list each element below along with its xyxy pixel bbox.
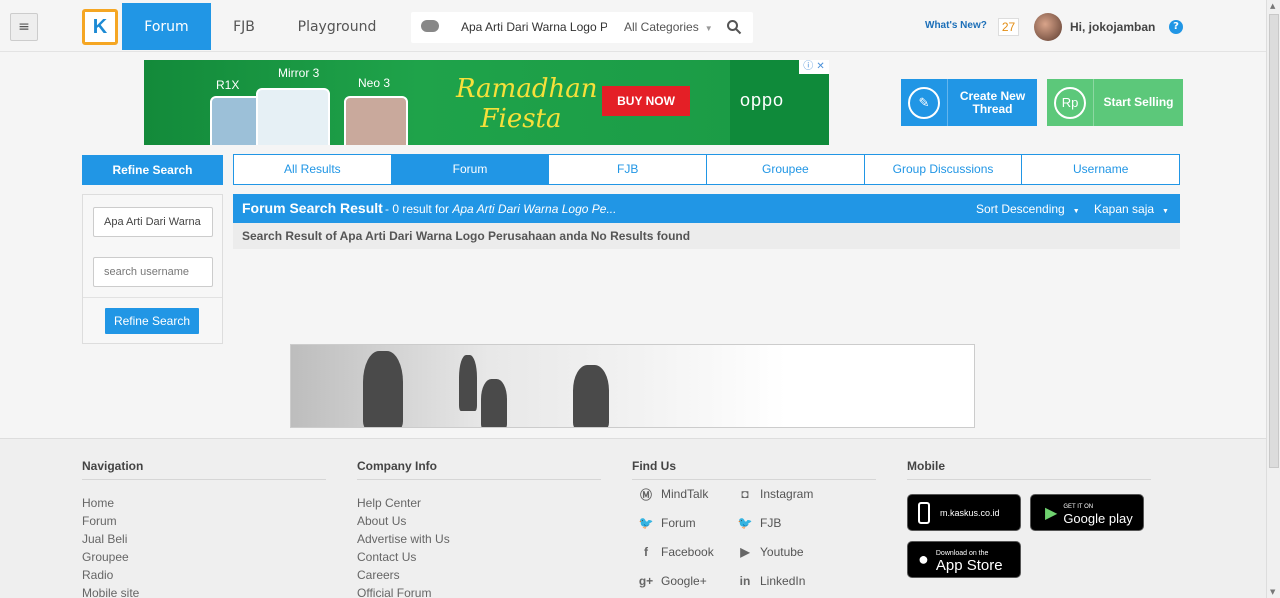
ad-banner[interactable]: R1X Mirror 3 Neo 3 Ramadhan Fiesta BUY NO… [144,60,829,145]
sort-dropdown[interactable]: Sort Descending ▼ [976,202,1080,216]
kaskus-logo[interactable]: K [82,9,118,45]
footer-link-mobile-site[interactable]: Mobile site [82,584,326,598]
username-input[interactable]: search username [93,257,213,287]
chat-bubble-icon [421,20,439,32]
footer-instagram[interactable]: ◘ Instagram [737,486,813,502]
google-play-icon: ▶ [1045,504,1058,522]
mkaskus-button[interactable]: m.kaskus.co.id [907,494,1021,531]
model-mirror3: Mirror 3 [278,66,320,80]
tab-fjb-results[interactable]: FJB [549,155,708,184]
footer-link-help-center[interactable]: Help Center [357,494,601,512]
footer-link-advertise[interactable]: Advertise with Us [357,530,601,548]
refine-search-panel: Apa Arti Dari Warna search username Refi… [82,194,223,344]
footer: Navigation Home Forum Jual Beli Groupee … [0,438,1266,598]
chevron-down-icon: ▼ [1072,208,1080,215]
user-greeting[interactable]: Hi, jokojamban [1070,20,1155,34]
mindtalk-icon: Ⓜ [639,487,652,502]
buy-now-button[interactable]: BUY NOW [602,86,690,116]
menu-icon[interactable]: ≡ [10,13,38,41]
tab-fjb[interactable]: FJB [214,3,274,50]
create-thread-button[interactable]: ✎ Create New Thread [901,79,1037,126]
whats-new-link[interactable]: What's New? [925,20,987,31]
instagram-icon: ◘ [741,487,749,501]
ad-close-icon[interactable]: ⓘ ✕ [799,60,829,74]
linkedin-icon: in [739,574,751,588]
footer-link-home[interactable]: Home [82,494,326,512]
start-selling-button[interactable]: Rp Start Selling [1047,79,1183,126]
footer-link-careers[interactable]: Careers [357,566,601,584]
footer-link-contact-us[interactable]: Contact Us [357,548,601,566]
footer-mobile: Mobile [907,459,1151,494]
page-scrollbar[interactable]: ▲ ▼ [1266,0,1280,598]
ad-headline: Ramadhan Fiesta [456,74,598,134]
footer-twitter-forum[interactable]: 🐦 Forum [638,515,696,531]
footer-google-plus[interactable]: g+ Google+ [638,573,707,589]
twitter-icon: 🐦 [638,516,654,530]
refine-search-button[interactable]: Refine Search [105,308,199,334]
scrollbar-thumb[interactable] [1269,14,1279,468]
oppo-logo: oppo [740,90,785,110]
pencil-icon: ✎ [908,86,940,119]
chevron-down-icon: ▼ [1162,208,1169,215]
keyword-input[interactable]: Apa Arti Dari Warna [93,207,213,237]
top-bar: ≡ K Forum FJB Playground Apa Arti Dari W… [0,0,1266,52]
search-icon[interactable] [726,19,742,35]
result-tabs: All Results Forum FJB Groupee Group Disc… [233,154,1180,185]
result-count: - 0 result for Apa Arti Dari Warna Logo … [385,202,617,216]
footer-link-official-forum[interactable]: Official Forum [357,584,601,598]
tab-username-results[interactable]: Username [1022,155,1179,184]
footer-twitter-fjb[interactable]: 🐦 FJB [737,515,782,531]
facebook-icon: f [644,545,648,559]
tab-forum[interactable]: Forum [122,3,211,50]
category-select[interactable]: All Categories ▼ [624,12,713,43]
notification-badge[interactable]: 27 [998,18,1019,36]
footer-navigation: Navigation Home Forum Jual Beli Groupee … [82,459,326,598]
footer-youtube[interactable]: ▶ Youtube [737,544,803,560]
beach-ad-banner[interactable] [290,344,975,428]
model-neo3: Neo 3 [358,76,391,90]
scroll-up-icon[interactable]: ▲ [1270,2,1275,10]
model-r1x: R1X [216,78,240,92]
global-search: Apa Arti Dari Warna Logo P All Categorie… [411,12,753,43]
google-play-button[interactable]: ▶ GET IT ON Google play [1030,494,1144,531]
beach-photo [291,345,786,427]
footer-link-forum[interactable]: Forum [82,512,326,530]
rupiah-icon: Rp [1054,86,1086,119]
apple-icon: ● [918,549,929,569]
footer-link-groupee[interactable]: Groupee [82,548,326,566]
footer-link-radio[interactable]: Radio [82,566,326,584]
twitter-icon: 🐦 [737,516,753,530]
tab-all-results[interactable]: All Results [234,155,392,184]
footer-link-jual-beli[interactable]: Jual Beli [82,530,326,548]
footer-linkedin[interactable]: in LinkedIn [737,573,806,589]
google-plus-icon: g+ [638,574,654,588]
refine-search-title: Refine Search [82,155,223,185]
tab-group-discussions-results[interactable]: Group Discussions [865,155,1023,184]
result-title: Forum Search Result [242,200,383,216]
avatar[interactable] [1034,13,1062,41]
phone-icon [918,501,930,524]
footer-company-info: Company Info Help Center About Us Advert… [357,459,601,598]
tab-playground[interactable]: Playground [286,3,388,50]
scroll-down-icon[interactable]: ▼ [1270,588,1275,596]
footer-facebook[interactable]: f Facebook [638,544,714,560]
time-filter-dropdown[interactable]: Kapan saja ▼ [1094,202,1169,216]
result-header: Forum Search Result - 0 result for Apa A… [233,194,1180,223]
tab-forum-results[interactable]: Forum [391,155,550,184]
tab-groupee-results[interactable]: Groupee [707,155,865,184]
youtube-icon: ▶ [740,545,750,559]
chevron-down-icon: ▼ [704,24,713,33]
help-icon[interactable]: ? [1169,20,1183,34]
no-results-message: Search Result of Apa Arti Dari Warna Log… [233,223,1180,249]
phones-image [174,78,444,145]
footer-link-about-us[interactable]: About Us [357,512,601,530]
search-input[interactable]: Apa Arti Dari Warna Logo P [461,12,607,43]
app-store-button[interactable]: ● Download on the App Store [907,541,1021,578]
footer-mindtalk[interactable]: Ⓜ MindTalk [638,486,708,502]
